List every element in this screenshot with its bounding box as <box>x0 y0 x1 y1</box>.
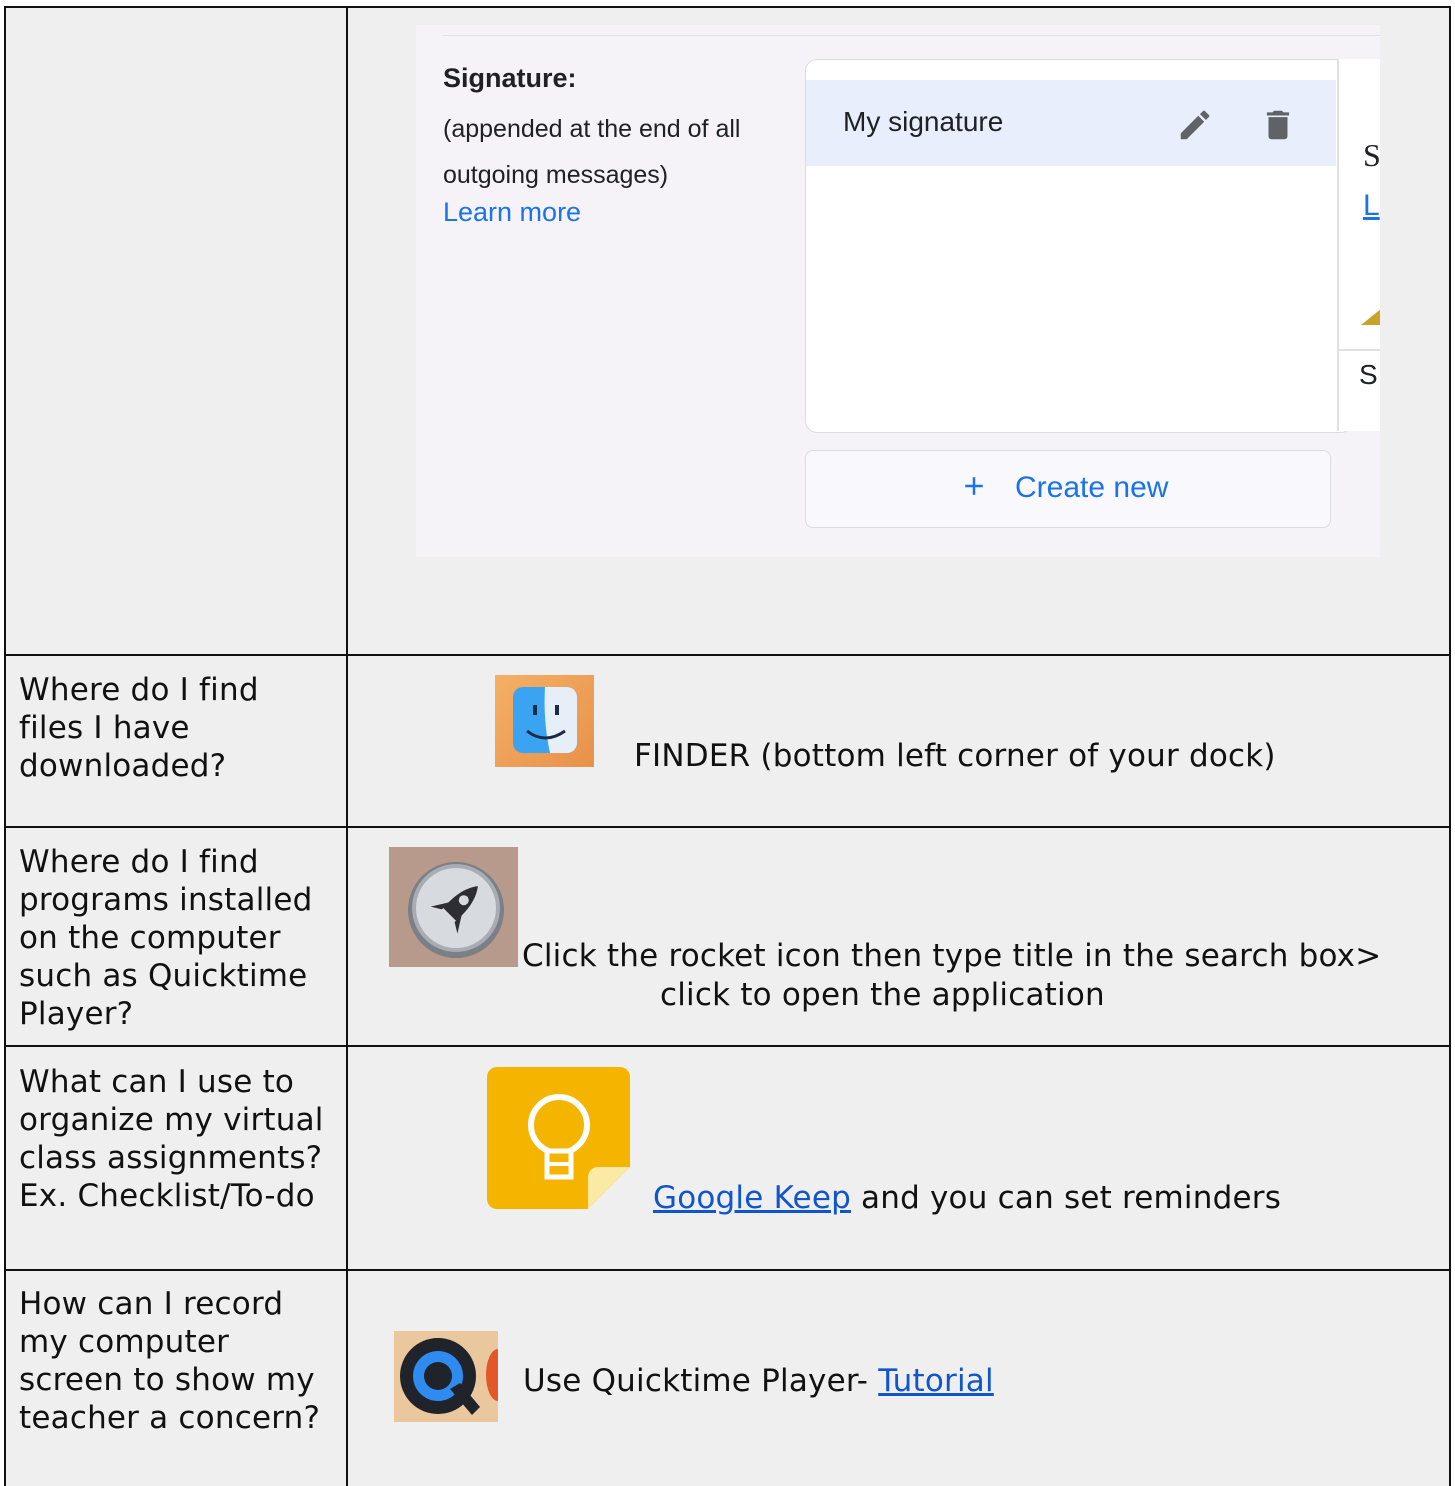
divider <box>1339 349 1380 351</box>
question-organize-assignments: What can I use to organize my virtual cl… <box>19 1064 324 1214</box>
signature-list-item[interactable]: My signature <box>806 80 1336 166</box>
quicktime-icon <box>394 1331 498 1422</box>
answer-launchpad-line2: click to open the application <box>660 977 1105 1013</box>
signature-description: (appended at the end of all outgoing mes… <box>443 115 741 189</box>
table-border <box>4 6 6 1486</box>
google-keep-link[interactable]: Google Keep <box>653 1180 851 1216</box>
pencil-edit-icon[interactable] <box>1176 106 1214 144</box>
table-border <box>4 654 1451 656</box>
signature-name: My signature <box>843 106 1004 137</box>
answer-google-keep-text: and you can set reminders <box>850 1180 1282 1216</box>
divider <box>442 35 1380 36</box>
table-border <box>4 826 1451 828</box>
cropped-letter: S <box>1359 359 1378 390</box>
pencil-edit-icon <box>1361 309 1380 325</box>
signature-label: Signature: <box>443 63 577 93</box>
table-border <box>4 1045 1451 1047</box>
answer-launchpad-line1: Click the rocket icon then type title in… <box>522 938 1382 974</box>
answer-quicktime: Use Quicktime Player- Tutorial <box>523 1361 994 1401</box>
create-new-label: Create new <box>1015 471 1169 504</box>
answer-google-keep: Google Keep and you can set reminders <box>653 1178 1281 1218</box>
google-keep-icon <box>487 1067 630 1209</box>
table-border <box>4 1269 1451 1271</box>
answer-finder: FINDER (bottom left corner of your dock) <box>634 738 1276 774</box>
question-installed-programs: Where do I find programs installed on th… <box>19 844 313 1032</box>
tutorial-link[interactable]: Tutorial <box>878 1363 994 1399</box>
question-record-screen: How can I record my computer screen to s… <box>19 1286 321 1436</box>
question-downloaded-files: Where do I find files I have downloaded? <box>19 672 259 784</box>
signature-editor-panel-cropped: S L S <box>1337 59 1380 431</box>
answer-quicktime-text: Use Quicktime Player- <box>523 1363 879 1399</box>
cropped-link-letter: L <box>1363 189 1380 222</box>
cropped-letter: S <box>1363 137 1380 173</box>
launchpad-rocket-icon <box>389 847 518 967</box>
trash-delete-icon[interactable] <box>1259 106 1297 144</box>
learn-more-link[interactable]: Learn more <box>443 197 581 228</box>
plus-icon <box>965 477 983 495</box>
table-border <box>1449 6 1451 1486</box>
table-border <box>346 6 348 1486</box>
table-cell-r0c0 <box>6 8 346 654</box>
finder-icon <box>495 675 594 767</box>
signature-list-panel: My signature <box>805 59 1353 433</box>
gmail-signature-screenshot: Signature: (appended at the end of all o… <box>416 25 1380 557</box>
table-border <box>4 6 1451 8</box>
create-new-signature-button[interactable]: Create new <box>805 450 1331 528</box>
